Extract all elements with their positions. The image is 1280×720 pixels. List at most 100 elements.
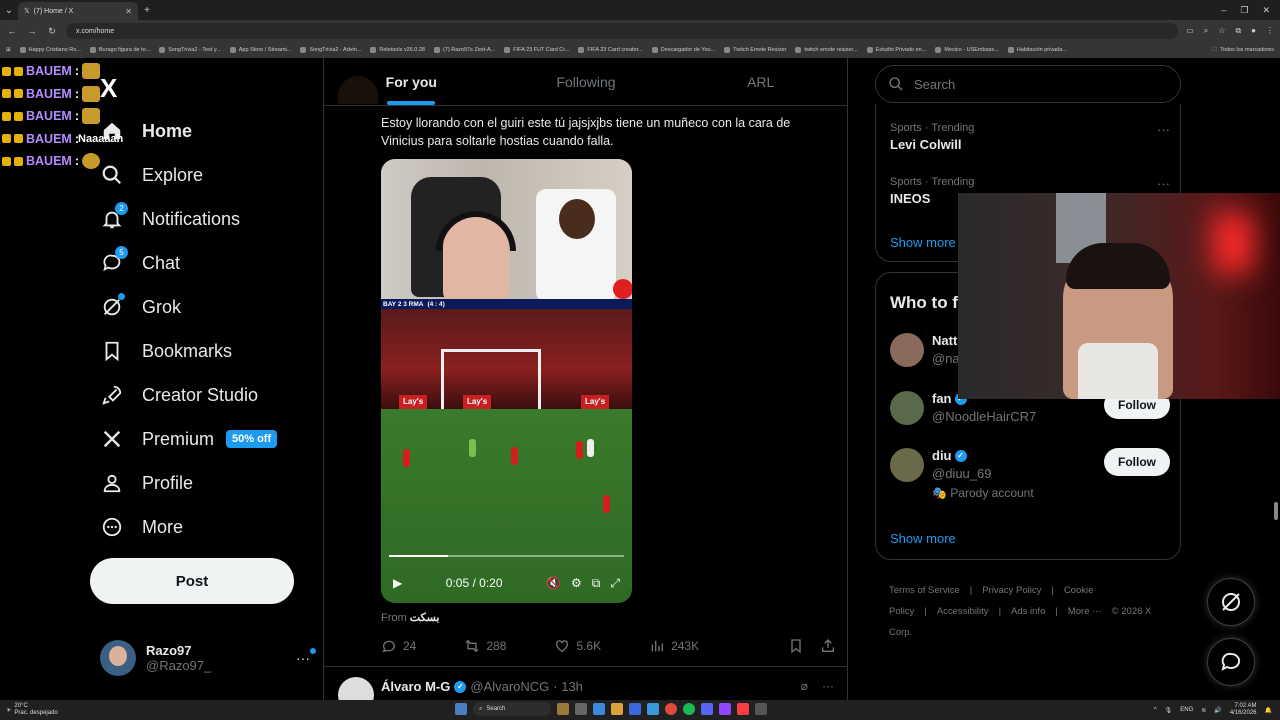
page-scrollbar[interactable] [1274, 62, 1278, 700]
bookmark-item[interactable]: FIFA 23 Card creator... [578, 47, 643, 53]
bookmark-item[interactable]: Descargador de You... [651, 47, 715, 53]
sidebar-item-chat[interactable]: 5 Chat [100, 246, 180, 275]
bookmark-item[interactable]: Mexico - USEmbass... [935, 47, 999, 53]
follow-button[interactable]: Follow [1104, 448, 1170, 476]
chrome-icon[interactable] [665, 703, 677, 715]
task-view-icon[interactable] [575, 703, 587, 715]
show-more-link[interactable]: Show more [890, 235, 956, 250]
more-options-icon[interactable]: ··· [296, 648, 316, 666]
url-input[interactable]: x.com/home [66, 23, 1179, 39]
bookmark-item[interactable]: App Store / Streami... [229, 47, 291, 53]
pip-icon[interactable]: ⧉ [592, 576, 601, 591]
back-icon[interactable]: ← [6, 26, 18, 36]
tray-chevron-icon[interactable]: ^ [1154, 707, 1157, 713]
bookmark-item[interactable]: SongTrivia2 - Advin... [300, 47, 361, 53]
search-input[interactable]: Search [875, 65, 1181, 103]
cast-icon[interactable]: ▭ [1186, 26, 1194, 36]
bookmark-item[interactable]: SongTrivia2 - Test y... [159, 47, 221, 53]
trend-item[interactable]: Sports · Trending Levi Colwill ··· [890, 122, 1170, 152]
fullscreen-icon[interactable]: ⤢ [610, 576, 620, 591]
language-indicator[interactable]: ENG [1180, 707, 1193, 713]
scrollbar-thumb[interactable] [1274, 502, 1278, 520]
reply-button[interactable]: 24 [381, 638, 416, 654]
bookmark-button[interactable] [788, 638, 804, 654]
bookmark-item[interactable]: twitch emote resizer... [795, 47, 858, 53]
sidebar-item-profile[interactable]: Profile [100, 471, 193, 495]
sidebar-item-grok[interactable]: Grok [100, 293, 181, 319]
profile-icon[interactable]: ● [1251, 26, 1256, 36]
zoom-icon[interactable]: ⌕ [1204, 26, 1208, 36]
minimize-icon[interactable]: – [1221, 5, 1226, 16]
tab-arl[interactable]: ARL [673, 58, 848, 105]
footer-link[interactable]: Terms of Service [889, 585, 960, 596]
wifi-icon[interactable]: ≋ [1201, 707, 1206, 714]
views-button[interactable]: 243K [649, 638, 699, 654]
footer-link[interactable]: Accessibility [937, 606, 989, 617]
file-explorer-icon[interactable] [611, 703, 623, 715]
widgets-icon[interactable] [557, 703, 569, 715]
play-icon[interactable]: ▶ [393, 576, 402, 590]
bookmark-folder[interactable]: 🗀 Todos los marcadores [1212, 46, 1274, 55]
more-options-icon[interactable]: ··· [822, 679, 834, 693]
mute-icon[interactable]: 🔇 [546, 576, 561, 590]
notification-bell-icon[interactable]: 🔔 [1265, 707, 1272, 714]
video-source[interactable]: From بسکت [381, 611, 440, 624]
bookmark-item[interactable]: Burago figura de to... [89, 47, 150, 53]
edge-icon[interactable] [593, 703, 605, 715]
music-icon[interactable] [737, 703, 749, 715]
messages-fab[interactable] [1207, 638, 1255, 686]
sidebar-item-creator-studio[interactable]: Creator Studio [100, 383, 258, 407]
account-switcher[interactable]: Razo97 @Razo97_ ··· [100, 640, 316, 676]
sidebar-item-bookmarks[interactable]: Bookmarks [100, 339, 232, 363]
star-icon[interactable]: ☆ [1218, 26, 1225, 36]
new-tab-icon[interactable]: + [138, 1, 156, 19]
tab-following[interactable]: Following [499, 58, 674, 105]
browser-tab[interactable]: 𝕏 (7) Home / X ✕ [18, 2, 138, 20]
weather-widget[interactable]: 20°C Prac. despejado [14, 703, 57, 717]
discord-icon[interactable] [701, 703, 713, 715]
sidebar-item-notifications[interactable]: 2 Notifications [100, 202, 240, 231]
more-options-icon[interactable]: ··· [1157, 176, 1170, 191]
more-options-icon[interactable]: ··· [1157, 122, 1170, 137]
menu-icon[interactable]: ⋮ [1266, 26, 1274, 36]
store-icon[interactable] [629, 703, 641, 715]
video-progress-bar[interactable] [389, 555, 624, 557]
bookmark-item[interactable]: Reletools v26.0.28 [370, 47, 425, 53]
bookmark-item[interactable]: (7) Razo97s Zest-A... [433, 47, 495, 53]
bookmark-item[interactable]: Estudio Privado en... [866, 47, 926, 53]
volume-icon[interactable]: 🔊 [1214, 707, 1221, 714]
bookmark-item[interactable]: Twitch Emote Resizer [724, 47, 786, 53]
close-tab-icon[interactable]: ✕ [125, 7, 132, 16]
tab-search-icon[interactable]: ⌄ [0, 1, 18, 19]
show-more-link[interactable]: Show more [890, 531, 956, 546]
footer-link[interactable]: More ··· [1068, 606, 1102, 617]
next-post-author[interactable]: Álvaro M-G [381, 679, 450, 694]
grok-icon[interactable]: ⌀ [801, 679, 808, 693]
taskbar-search[interactable]: ⌕ Search [473, 702, 551, 716]
taskbar-clock[interactable]: 7:02 AM 4/16/2026 [1230, 703, 1257, 717]
post-button[interactable]: Post [90, 558, 294, 604]
bookmark-item[interactable]: FIFA 23 FUT Card Cr... [504, 47, 569, 53]
bookmark-item[interactable]: Habitación privada... [1007, 47, 1067, 53]
settings-gear-icon[interactable]: ⚙ [571, 576, 582, 590]
spotify-icon[interactable] [683, 703, 695, 715]
mic-icon[interactable]: 🎙 [1165, 707, 1173, 714]
tab-for-you[interactable]: For you [324, 58, 499, 105]
mail-icon[interactable] [647, 703, 659, 715]
next-post[interactable]: Álvaro M-G ✓ @AlvaroNCG · 13h ⌀ ··· [324, 666, 848, 713]
close-window-icon[interactable]: ✕ [1262, 5, 1270, 16]
forward-icon[interactable]: → [26, 26, 38, 36]
sidebar-item-premium[interactable]: Premium 50% off [100, 427, 278, 451]
apps-grid-icon[interactable]: ⊞ [6, 47, 11, 53]
share-button[interactable] [820, 638, 836, 654]
footer-link[interactable]: Ads info [1011, 606, 1045, 617]
windows-start-icon[interactable] [455, 703, 467, 715]
extensions-icon[interactable]: ⧉ [1235, 26, 1241, 36]
repost-button[interactable]: 288 [464, 638, 506, 654]
grok-fab[interactable] [1207, 578, 1255, 626]
obs-icon[interactable] [755, 703, 767, 715]
sidebar-item-more[interactable]: More [100, 515, 183, 539]
bookmark-item[interactable]: Happy Cristiano Ro... [19, 47, 81, 53]
like-button[interactable]: 5.6K [554, 638, 601, 654]
reload-icon[interactable]: ↻ [46, 26, 58, 37]
